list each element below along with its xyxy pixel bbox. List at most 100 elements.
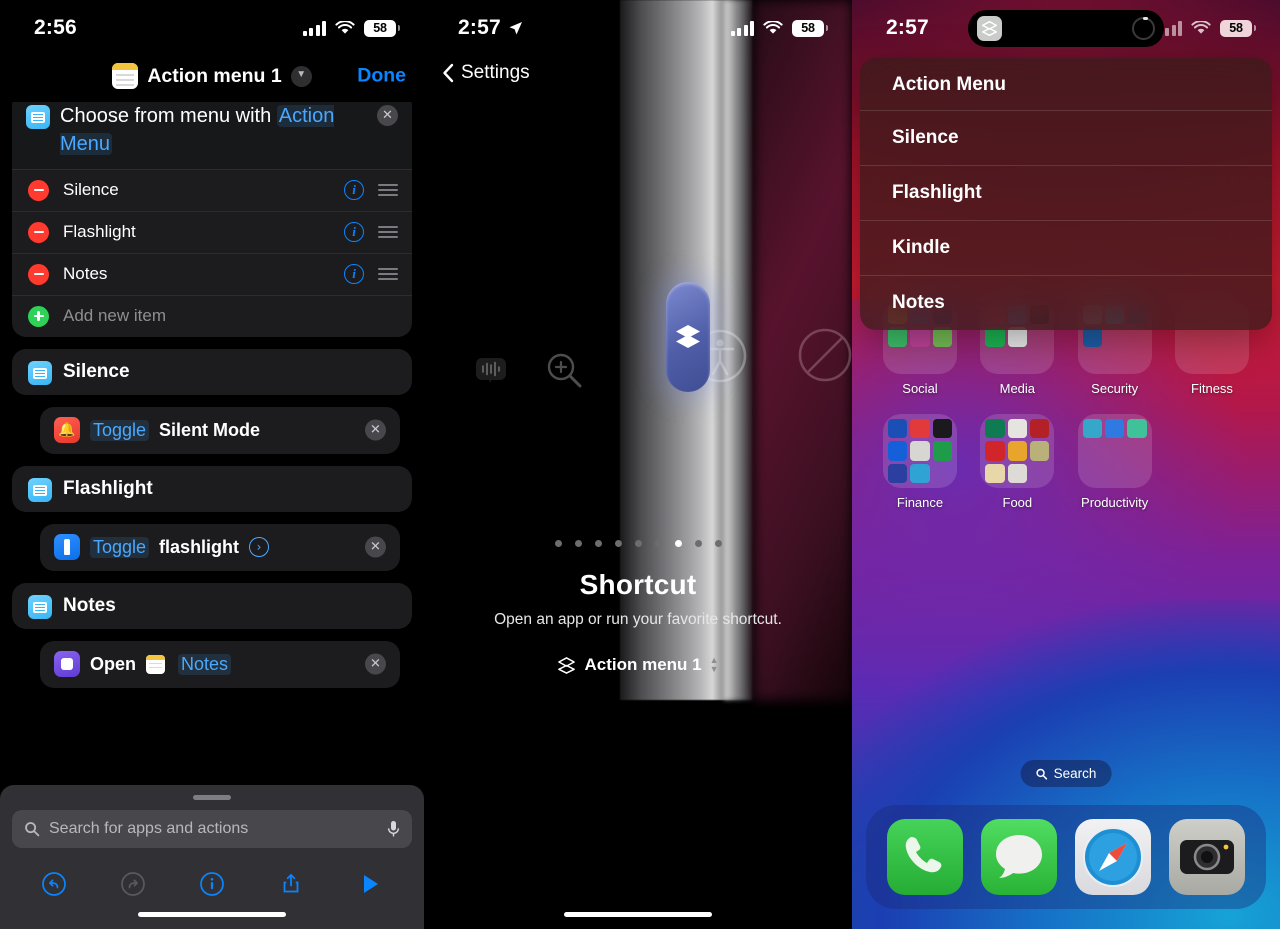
microphone-icon[interactable] — [387, 820, 400, 838]
choose-from-menu-text: Choose from menu with Action Menu — [60, 102, 400, 159]
search-placeholder: Search for apps and actions — [49, 820, 249, 837]
folder-label: Media — [999, 381, 1036, 396]
dock-messages[interactable] — [981, 819, 1057, 895]
action-row[interactable]: Toggle flashlight › ✕ — [40, 523, 400, 571]
action-object[interactable]: Notes — [178, 653, 232, 675]
chevron-down-icon[interactable]: ▼ — [290, 65, 312, 87]
folder-food[interactable]: Food — [971, 414, 1063, 510]
menu-case-icon — [28, 595, 52, 620]
page-dot[interactable] — [654, 540, 662, 547]
menu-case-header[interactable]: Notes — [12, 582, 412, 629]
details-button[interactable] — [198, 870, 226, 898]
dynamic-island[interactable] — [968, 10, 1164, 47]
notes-app-icon — [146, 654, 166, 674]
panel-action-button-settings: 2:57 58 Settings Shortcut Open an app or… — [424, 0, 852, 929]
menu-item-label: Silence — [63, 180, 119, 200]
remove-icon[interactable] — [28, 221, 49, 243]
page-dot[interactable] — [614, 540, 622, 547]
popup-menu-item[interactable]: Kindle — [860, 220, 1272, 275]
popup-menu-item[interactable]: Flashlight — [860, 165, 1272, 220]
remove-icon[interactable] — [28, 263, 49, 285]
shortcuts-glyph-icon — [558, 656, 576, 674]
clear-icon[interactable]: ✕ — [377, 105, 398, 126]
folder-finance[interactable]: Finance — [874, 414, 966, 510]
undo-button[interactable] — [40, 870, 68, 898]
menu-list-item[interactable]: Silence i — [12, 168, 412, 211]
page-dot[interactable] — [554, 540, 562, 547]
menu-case-header[interactable]: Silence — [12, 348, 412, 395]
clear-icon[interactable]: ✕ — [365, 419, 386, 441]
info-icon[interactable]: i — [344, 222, 364, 243]
home-indicator — [138, 912, 286, 917]
home-search-pill[interactable]: Search — [1020, 760, 1112, 787]
menu-list-item[interactable]: Notes i — [12, 252, 412, 295]
actions-bottom-sheet[interactable]: Search for apps and actions — [0, 785, 424, 929]
status-time: 2:57 — [886, 16, 929, 39]
search-input[interactable]: Search for apps and actions — [12, 810, 412, 848]
popup-menu-item[interactable]: Notes — [860, 275, 1272, 330]
done-button[interactable]: Done — [357, 65, 406, 88]
mode-page-dots[interactable] — [424, 540, 852, 547]
action-button-mode-info: Shortcut Open an app or run your favorit… — [424, 540, 852, 675]
action-object[interactable]: flashlight — [159, 537, 239, 558]
page-dot[interactable] — [694, 540, 702, 547]
panel-home-screen-action-menu: 2:57 58 Action Menu Silence Flashlight K… — [852, 0, 1280, 929]
share-button[interactable] — [277, 870, 305, 898]
action-row[interactable]: Open Notes ✕ — [40, 640, 400, 688]
menu-case-header[interactable]: Flashlight — [12, 465, 412, 512]
up-down-chevrons-icon[interactable]: ▲ ▼ — [710, 656, 719, 674]
reorder-grip-icon[interactable] — [378, 184, 398, 197]
phone-icon — [905, 837, 942, 873]
shortcuts-glyph-icon — [676, 325, 700, 348]
run-button[interactable] — [356, 870, 384, 898]
action-row[interactable]: Toggle Silent Mode ✕ — [40, 406, 400, 454]
add-icon[interactable] — [28, 305, 49, 327]
choose-from-menu-header[interactable]: Choose from menu with Action Menu ✕ — [12, 92, 412, 169]
folder-productivity[interactable]: Productivity — [1069, 414, 1161, 510]
menu-case-label: Silence — [63, 360, 130, 382]
popup-menu-item[interactable]: Silence — [860, 110, 1272, 165]
page-dot[interactable] — [574, 540, 582, 547]
choose-from-menu-card[interactable]: Choose from menu with Action Menu ✕ Sile… — [12, 92, 412, 337]
shortcut-title-group[interactable]: Action menu 1 ▼ — [112, 63, 312, 89]
reorder-grip-icon[interactable] — [378, 226, 398, 239]
page-dot-active[interactable] — [674, 540, 682, 547]
remove-icon[interactable] — [28, 179, 49, 201]
menu-item-label: Notes — [63, 264, 108, 284]
dock-safari[interactable] — [1075, 819, 1151, 895]
page-dot[interactable] — [634, 540, 642, 547]
menu-case-icon — [28, 478, 52, 503]
dock-camera[interactable] — [1169, 819, 1245, 895]
sheet-grabber[interactable] — [193, 795, 231, 800]
action-menu-popup[interactable]: Action Menu Silence Flashlight Kindle No… — [860, 58, 1272, 330]
add-new-item-row[interactable]: Add new item — [12, 294, 412, 337]
flashlight-icon — [54, 534, 80, 561]
action-button-graphic — [666, 282, 710, 392]
clear-icon[interactable]: ✕ — [365, 536, 386, 558]
info-icon[interactable]: i — [344, 264, 364, 285]
page-dot[interactable] — [714, 540, 722, 547]
menu-list-item[interactable]: Flashlight i — [12, 210, 412, 253]
info-icon[interactable]: i — [344, 180, 364, 201]
action-object[interactable]: Silent Mode — [159, 420, 260, 441]
battery-indicator: 58 — [1220, 19, 1256, 37]
menu-case-label: Notes — [63, 594, 116, 616]
shortcut-picker[interactable]: Action menu 1 ▲ ▼ — [424, 655, 852, 675]
home-screen-folders: Social Media Security Fitness Finance Fo… — [852, 300, 1280, 528]
folder-label: Productivity — [1081, 495, 1149, 510]
folder-label: Finance — [896, 495, 944, 510]
chevron-right-icon[interactable]: › — [249, 537, 270, 558]
status-time: 2:57 — [458, 16, 523, 40]
progress-ring-icon — [1132, 16, 1155, 40]
dock-phone[interactable] — [887, 819, 963, 895]
back-to-settings-button[interactable]: Settings — [442, 62, 530, 84]
page-dot[interactable] — [594, 540, 602, 547]
add-new-item-label: Add new item — [63, 306, 166, 326]
status-indicators: 58 — [730, 19, 828, 37]
home-dock — [866, 805, 1266, 909]
picker-value: Action menu 1 — [584, 655, 702, 674]
clear-icon[interactable]: ✕ — [365, 653, 386, 675]
reorder-grip-icon[interactable] — [378, 268, 398, 281]
redo-button — [119, 870, 147, 898]
wifi-icon — [335, 20, 355, 34]
